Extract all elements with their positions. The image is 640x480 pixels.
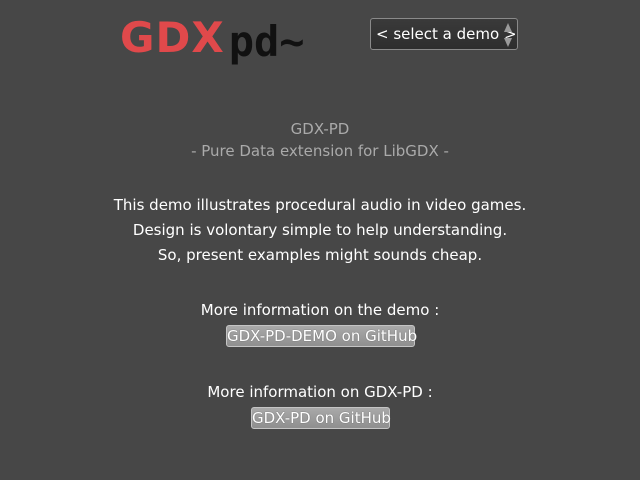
intro-subtitle: - Pure Data extension for LibGDX -: [191, 142, 449, 160]
gdx-pd-info-label: More information on GDX-PD :: [207, 383, 433, 401]
description-block: This demo illustrates procedural audio i…: [0, 193, 640, 268]
demo-info-label: More information on the demo :: [200, 301, 440, 319]
gdx-pd-logo: GDX pd~: [120, 13, 350, 66]
gdx-pd-demo-github-button[interactable]: GDX-PD-DEMO on GitHub: [226, 325, 417, 347]
description-line-2: Design is volontary simple to help under…: [132, 221, 508, 239]
gdx-pd-github-button[interactable]: GDX-PD on GitHub: [251, 407, 391, 429]
logo-pd-text: pd~: [228, 17, 305, 66]
demo-select-value: < select a demo >: [376, 25, 517, 43]
description-line-1: This demo illustrates procedural audio i…: [113, 196, 527, 214]
intro-title: GDX-PD: [290, 120, 350, 138]
arrow-down-icon: [504, 38, 512, 47]
select-arrows-icon: [503, 23, 513, 47]
arrow-up-icon: [504, 23, 512, 32]
description-line-3: So, present examples might sounds cheap.: [157, 246, 483, 264]
demo-select[interactable]: < select a demo >: [370, 18, 518, 50]
logo-gdx-text: GDX: [120, 13, 225, 62]
